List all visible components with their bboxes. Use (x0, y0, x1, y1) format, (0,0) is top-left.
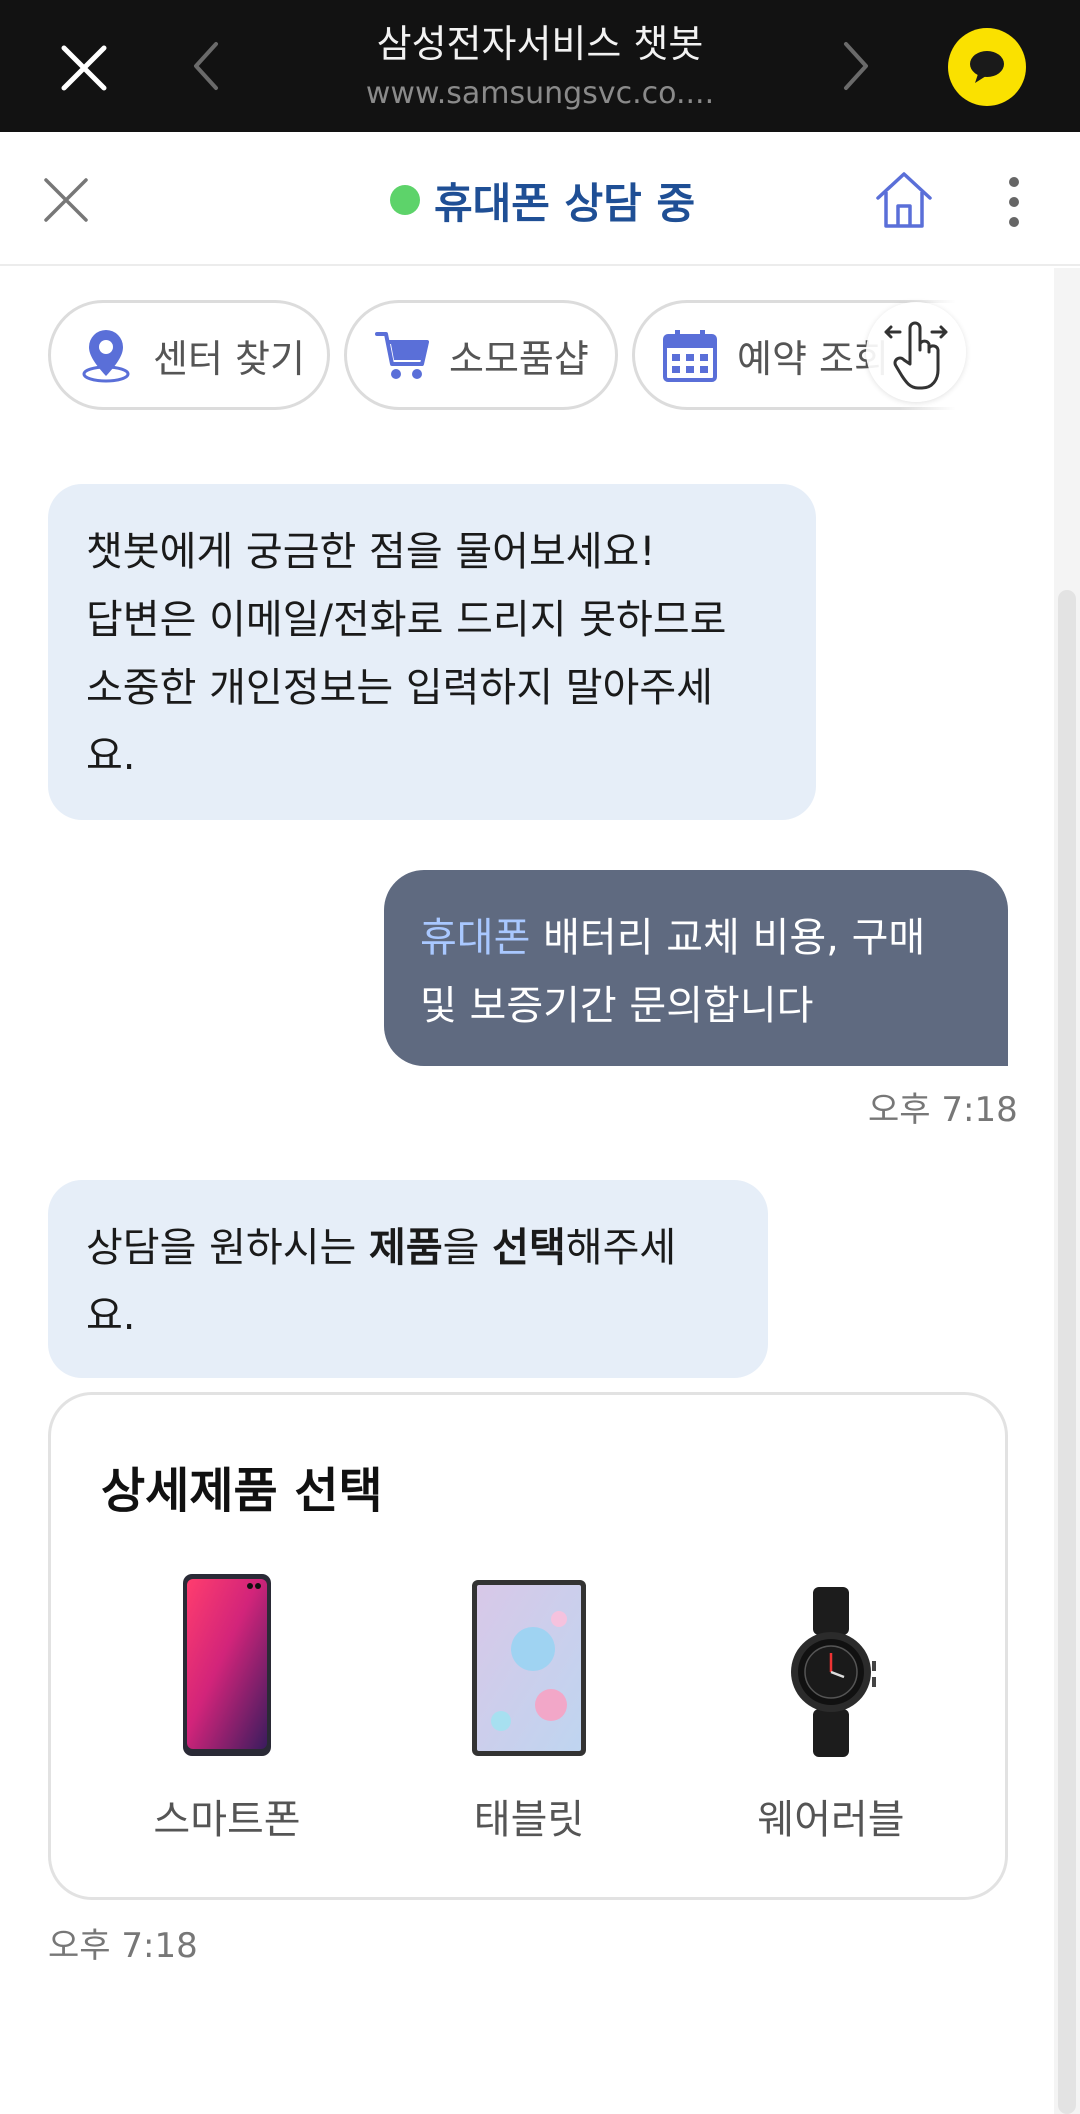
smartwatch-icon (791, 1587, 876, 1757)
swipe-hint-button[interactable] (866, 302, 966, 402)
message-text: 배터리 교체 비용, 구매 (530, 915, 926, 961)
card-timestamp: 오후 7:18 (48, 1926, 198, 1966)
back-arrow-icon[interactable] (186, 38, 226, 94)
tablet-icon (472, 1580, 586, 1756)
product-keyword[interactable]: 휴대폰 (420, 915, 530, 961)
online-status-dot (390, 185, 420, 215)
shopping-cart-icon (375, 332, 429, 379)
status-label: 휴대폰 상담 중 (434, 178, 696, 228)
product-label: 스마트폰 (153, 1797, 301, 1843)
user-message: 휴대폰 배터리 교체 비용, 구매 및 보증기간 문의합니다 (384, 870, 1008, 1066)
message-text: 상담을 원하시는 (86, 1225, 370, 1271)
forward-arrow-icon[interactable] (836, 38, 876, 94)
message-bold-text: 선택 (492, 1225, 566, 1271)
page-url: www.samsungsvc.co.... (365, 76, 715, 111)
message-line: 요. (86, 1293, 136, 1339)
message-line: 소중한 개인정보는 입력하지 말아주세 (86, 665, 713, 711)
product-select-card: 상세제품 선택 스마트폰 태블릿 웨어러블 (48, 1392, 1008, 1900)
consultation-status: 휴대폰 상담 중 (390, 168, 695, 232)
swipe-hand-icon (884, 321, 948, 390)
product-option-tablet[interactable]: 태블릿 (409, 1571, 649, 1845)
message-text: 을 (442, 1225, 493, 1271)
chat-header: 휴대폰 상담 중 (0, 132, 1080, 266)
quick-menu-parts-shop[interactable]: 소모품샵 (344, 300, 618, 410)
bot-message-intro: 챗봇에게 궁금한 점을 물어보세요! 답변은 이메일/전화로 드리지 못하므로 … (48, 484, 816, 820)
message-line: 및 보증기간 문의합니다 (420, 983, 814, 1029)
close-icon[interactable] (52, 36, 116, 100)
scrollbar-thumb[interactable] (1058, 590, 1076, 2114)
message-line: 요. (86, 733, 136, 779)
kakao-chat-button[interactable] (948, 28, 1026, 106)
message-line: 답변은 이메일/전화로 드리지 못하므로 (86, 597, 727, 643)
product-option-smartphone[interactable]: 스마트폰 (107, 1571, 347, 1845)
message-bold-text: 제품 (369, 1225, 443, 1271)
location-pin-icon (82, 330, 130, 383)
card-title: 상세제품 선택 (101, 1463, 383, 1519)
page-title: 삼성전자서비스 챗봇 (376, 22, 704, 66)
user-message-timestamp: 오후 7:18 (868, 1090, 1018, 1130)
product-option-wearable[interactable]: 웨어러블 (711, 1571, 951, 1845)
product-label: 태블릿 (473, 1797, 585, 1843)
quick-menu-center-finder[interactable]: 센터 찾기 (48, 300, 330, 410)
close-chat-icon[interactable] (38, 172, 94, 228)
message-line: 상담을 원하시는 제품을 선택해주세 (86, 1214, 730, 1282)
message-line: 챗봇에게 궁금한 점을 물어보세요! (86, 529, 656, 575)
speech-bubble-icon (970, 51, 1004, 83)
home-icon[interactable] (872, 168, 936, 232)
message-text: 해주세 (565, 1225, 677, 1271)
chip-label: 센터 찾기 (153, 336, 305, 381)
webview-toolbar: 삼성전자서비스 챗봇 www.samsungsvc.co.... (0, 0, 1080, 132)
message-line: 휴대폰 배터리 교체 비용, 구매 (420, 904, 972, 972)
calendar-icon (663, 330, 717, 382)
chip-label: 소모품샵 (449, 336, 589, 381)
more-options-icon[interactable] (996, 172, 1032, 232)
smartphone-icon (183, 1574, 271, 1756)
bot-message-select-product: 상담을 원하시는 제품을 선택해주세 요. (48, 1180, 768, 1378)
product-label: 웨어러블 (757, 1797, 905, 1843)
